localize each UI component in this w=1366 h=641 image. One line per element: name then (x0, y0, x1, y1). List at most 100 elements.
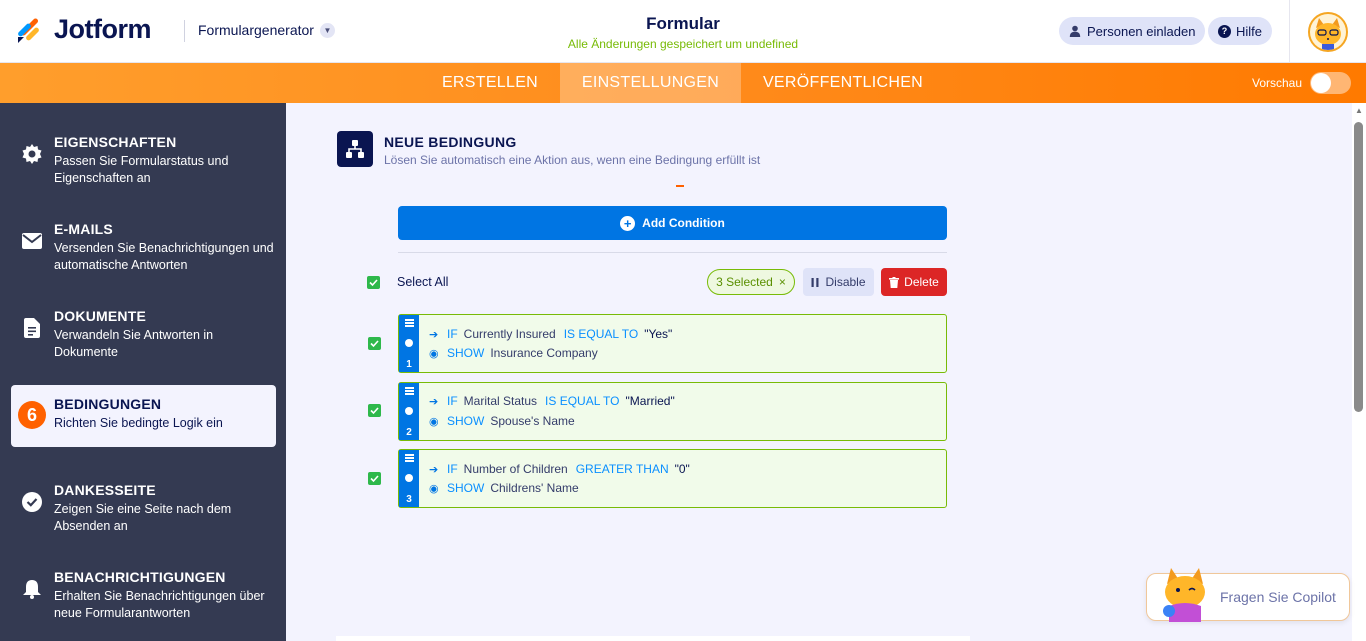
add-condition-button[interactable]: + Add Condition (398, 206, 947, 240)
condition-checkbox[interactable] (368, 337, 381, 350)
condition-number: 2 (406, 427, 412, 438)
new-condition-title: NEUE BEDINGUNG (384, 134, 517, 150)
header-divider (184, 20, 185, 42)
checkmark-icon (370, 407, 379, 415)
trash-icon (889, 276, 900, 288)
sidebar-item-title: BENACHRICHTIGUNGEN (54, 569, 226, 585)
drag-handle-icon (404, 319, 414, 327)
select-all-checkbox[interactable] (367, 276, 380, 289)
action-target: Insurance Company (490, 346, 598, 360)
if-keyword: IF (447, 327, 458, 341)
step-badge: 6 (18, 401, 46, 429)
pause-icon (811, 277, 819, 287)
person-icon (1069, 25, 1081, 37)
tab-veroeffentlichen[interactable]: VERÖFFENTLICHEN (750, 63, 936, 103)
condition-action-row: ◉ SHOW Spouse's Name (429, 414, 575, 428)
sidebar-item-title: EIGENSCHAFTEN (54, 134, 177, 150)
scroll-up-arrow-icon[interactable]: ▲ (1355, 106, 1363, 115)
sidebar-item-eigenschaften[interactable]: EIGENSCHAFTEN Passen Sie Formularstatus … (11, 123, 276, 185)
sidebar-item-emails[interactable]: E-MAILS Versenden Sie Benachrichtigungen… (11, 210, 276, 272)
condition-field: Marital Status (463, 394, 538, 408)
new-condition-subtitle: Lösen Sie automatisch eine Aktion aus, w… (384, 153, 761, 167)
copilot-button[interactable]: Fragen Sie Copilot (1146, 568, 1350, 622)
checkmark-icon (370, 340, 379, 348)
jotform-logo[interactable]: Jotform (16, 14, 152, 45)
sidebar-item-bedingungen[interactable]: 6 BEDINGUNGEN Richten Sie bedingte Logik… (11, 385, 276, 447)
action-keyword: SHOW (447, 414, 485, 428)
condition-value: "0" (674, 462, 690, 476)
condition-if-row: ➔ IF Marital Status IS EQUAL TO "Married… (429, 394, 675, 408)
condition-checkbox[interactable] (368, 472, 381, 485)
disable-button[interactable]: Disable (803, 268, 874, 296)
invite-people-button[interactable]: Personen einladen (1059, 17, 1206, 45)
sidebar-item-title: BEDINGUNGEN (54, 396, 162, 412)
selected-count-pill[interactable]: 3 Selected × (707, 269, 795, 295)
bell-icon (21, 578, 43, 600)
condition-card[interactable]: 1 ➔ IF Currently Insured IS EQUAL TO "Ye… (398, 314, 947, 373)
jotform-logo-icon (18, 17, 39, 43)
sidebar-item-title: DOKUMENTE (54, 308, 147, 324)
eye-icon: ◉ (429, 415, 439, 428)
selected-count-label: 3 Selected (716, 275, 773, 289)
plus-circle-icon: + (620, 215, 636, 231)
form-generator-dropdown[interactable]: Formulargenerator ▼ (198, 22, 335, 38)
disable-label: Disable (825, 275, 866, 289)
sidebar-item-desc: Zeigen Sie eine Seite nach dem Absenden … (54, 502, 232, 533)
condition-card[interactable]: 3 ➔ IF Number of Children GREATER THAN "… (398, 449, 947, 508)
scrollbar-thumb[interactable] (1354, 122, 1363, 412)
main-nav-bar: ERSTELLEN EINSTELLUNGEN VERÖFFENTLICHEN … (0, 63, 1366, 103)
sidebar-item-dankesseite[interactable]: DANKESSEITE Zeigen Sie eine Seite nach d… (11, 471, 276, 533)
tab-einstellungen[interactable]: EINSTELLUNGEN (560, 63, 741, 103)
condition-drag-handle[interactable]: 1 (399, 315, 419, 372)
add-condition-label: Add Condition (642, 216, 725, 230)
copilot-label: Fragen Sie Copilot (1220, 589, 1336, 605)
form-title[interactable]: Formular (483, 14, 883, 34)
envelope-icon (21, 230, 43, 252)
eye-icon: ◉ (429, 347, 439, 360)
condition-drag-handle[interactable]: 3 (399, 450, 419, 507)
select-all-label: Select All (397, 275, 449, 289)
preview-toggle[interactable] (1310, 72, 1351, 94)
tab-erstellen[interactable]: ERSTELLEN (430, 63, 550, 103)
sidebar-item-title: E-MAILS (54, 221, 113, 237)
cat-avatar-icon (1310, 14, 1346, 50)
gear-icon (21, 143, 43, 165)
help-button[interactable]: ? Hilfe (1208, 17, 1273, 45)
condition-number: 1 (406, 359, 412, 370)
save-status: Alle Änderungen gespeichert um undefined (567, 37, 799, 51)
condition-if-row: ➔ IF Currently Insured IS EQUAL TO "Yes" (429, 327, 672, 341)
arrow-right-icon: ➔ (429, 328, 439, 341)
copilot-cat-icon (1163, 568, 1205, 622)
condition-operator: GREATER THAN (575, 462, 669, 476)
sidebar-item-title: DANKESSEITE (54, 482, 156, 498)
action-target: Childrens' Name (490, 481, 579, 495)
condition-value: "Married" (625, 394, 675, 408)
condition-drag-handle[interactable]: 2 (399, 383, 419, 440)
clear-selection-icon[interactable]: × (779, 275, 786, 289)
visibility-icon (405, 407, 413, 415)
check-circle-icon (21, 491, 43, 513)
brand-name: Jotform (54, 14, 152, 44)
sidebar-item-desc: Versenden Sie Benachrichtigungen und aut… (54, 241, 274, 272)
form-title-block: Formular Alle Änderungen gespeichert um … (483, 14, 883, 51)
top-header: Jotform Formulargenerator ▼ Formular All… (0, 0, 1366, 63)
visibility-icon (405, 474, 413, 482)
user-avatar[interactable] (1308, 12, 1348, 52)
condition-field: Currently Insured (463, 327, 556, 341)
sidebar-item-benachrichtigungen[interactable]: BENACHRICHTIGUNGEN Erhalten Sie Benachri… (11, 558, 276, 620)
arrow-right-icon: ➔ (429, 463, 439, 476)
if-keyword: IF (447, 462, 458, 476)
condition-action-row: ◉ SHOW Childrens' Name (429, 481, 579, 495)
sidebar-item-dokumente[interactable]: DOKUMENTE Verwandeln Sie Antworten in Do… (11, 297, 276, 359)
preview-label: Vorschau (1252, 76, 1303, 90)
condition-card[interactable]: 2 ➔ IF Marital Status IS EQUAL TO "Marri… (398, 382, 947, 441)
delete-button[interactable]: Delete (881, 268, 947, 296)
arrow-right-icon: ➔ (429, 395, 439, 408)
condition-number: 3 (406, 494, 412, 505)
preview-toggle-knob (1311, 73, 1331, 93)
checkmark-icon (369, 279, 378, 287)
condition-operator: IS EQUAL TO (545, 394, 620, 408)
sidebar-item-desc: Erhalten Sie Benachrichtigungen über neu… (54, 589, 265, 620)
checkmark-icon (370, 475, 379, 483)
condition-checkbox[interactable] (368, 404, 381, 417)
